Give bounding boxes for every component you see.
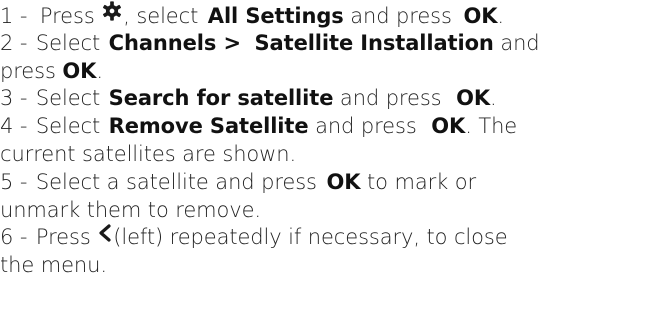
instruction-list: 1 - Press , select All Settings and pres… xyxy=(0,0,649,280)
step-number: 3 - xyxy=(0,86,28,111)
step-text: and press xyxy=(350,3,452,28)
ok-key: OK xyxy=(456,86,491,111)
step-text: Press xyxy=(35,225,91,250)
step-6-continued: the menu. xyxy=(0,252,649,280)
ok-key: OK xyxy=(62,58,97,83)
step-4: 4 - Select Remove Satellite and press OK… xyxy=(0,113,649,141)
step-text: . xyxy=(490,86,497,111)
step-number: 6 - xyxy=(0,225,28,250)
step-number: 5 - xyxy=(0,169,28,194)
menu-item-search-for-satellite: Search for satellite xyxy=(108,86,334,111)
step-6: 6 - Press (left) repeatedly if necessary… xyxy=(0,224,649,252)
step-text: and press xyxy=(339,86,442,111)
step-4-continued: current satellites are shown. xyxy=(0,141,649,169)
step-text: unmark them to remove. xyxy=(0,197,261,222)
step-5-continued: unmark them to remove. xyxy=(0,197,649,225)
step-text: press xyxy=(0,58,56,83)
gear-icon xyxy=(101,0,123,30)
step-text: Select a satellite and press xyxy=(35,169,317,194)
step-text: Select xyxy=(35,114,101,139)
ok-key: OK xyxy=(463,3,498,28)
step-3: 3 - Select Search for satellite and pres… xyxy=(0,85,649,113)
step-text: to mark or xyxy=(367,169,477,194)
step-text: , select xyxy=(123,3,199,28)
step-2-continued: press OK. xyxy=(0,58,649,86)
menu-item-channels: Channels > xyxy=(108,30,241,55)
step-1: 1 - Press , select All Settings and pres… xyxy=(0,0,649,30)
step-text: . The xyxy=(465,114,518,139)
step-number: 4 - xyxy=(0,114,28,139)
ok-key: OK xyxy=(431,114,466,139)
chevron-left-icon xyxy=(97,222,113,250)
step-5: 5 - Select a satellite and press OK to m… xyxy=(0,169,649,197)
step-text: and press xyxy=(315,114,417,139)
step-number: 1 - xyxy=(0,3,28,28)
step-text: Select xyxy=(35,30,101,55)
ok-key: OK xyxy=(326,169,361,194)
step-text: . xyxy=(96,58,103,83)
step-number: 2 - xyxy=(0,30,28,55)
menu-item-satellite-installation: Satellite Installation xyxy=(254,30,494,55)
step-text: and xyxy=(500,30,540,55)
step-text: the menu. xyxy=(0,253,107,278)
menu-item-remove-satellite: Remove Satellite xyxy=(108,114,309,139)
step-text: current satellites are shown. xyxy=(0,141,297,166)
step-text: . xyxy=(497,3,504,28)
step-2: 2 - Select Channels > Satellite Installa… xyxy=(0,30,649,58)
menu-item-all-settings: All Settings xyxy=(207,3,344,28)
step-text: (left) repeatedly if necessary, to close xyxy=(113,225,508,250)
step-text: Press xyxy=(39,3,95,28)
step-text: Select xyxy=(35,86,101,111)
